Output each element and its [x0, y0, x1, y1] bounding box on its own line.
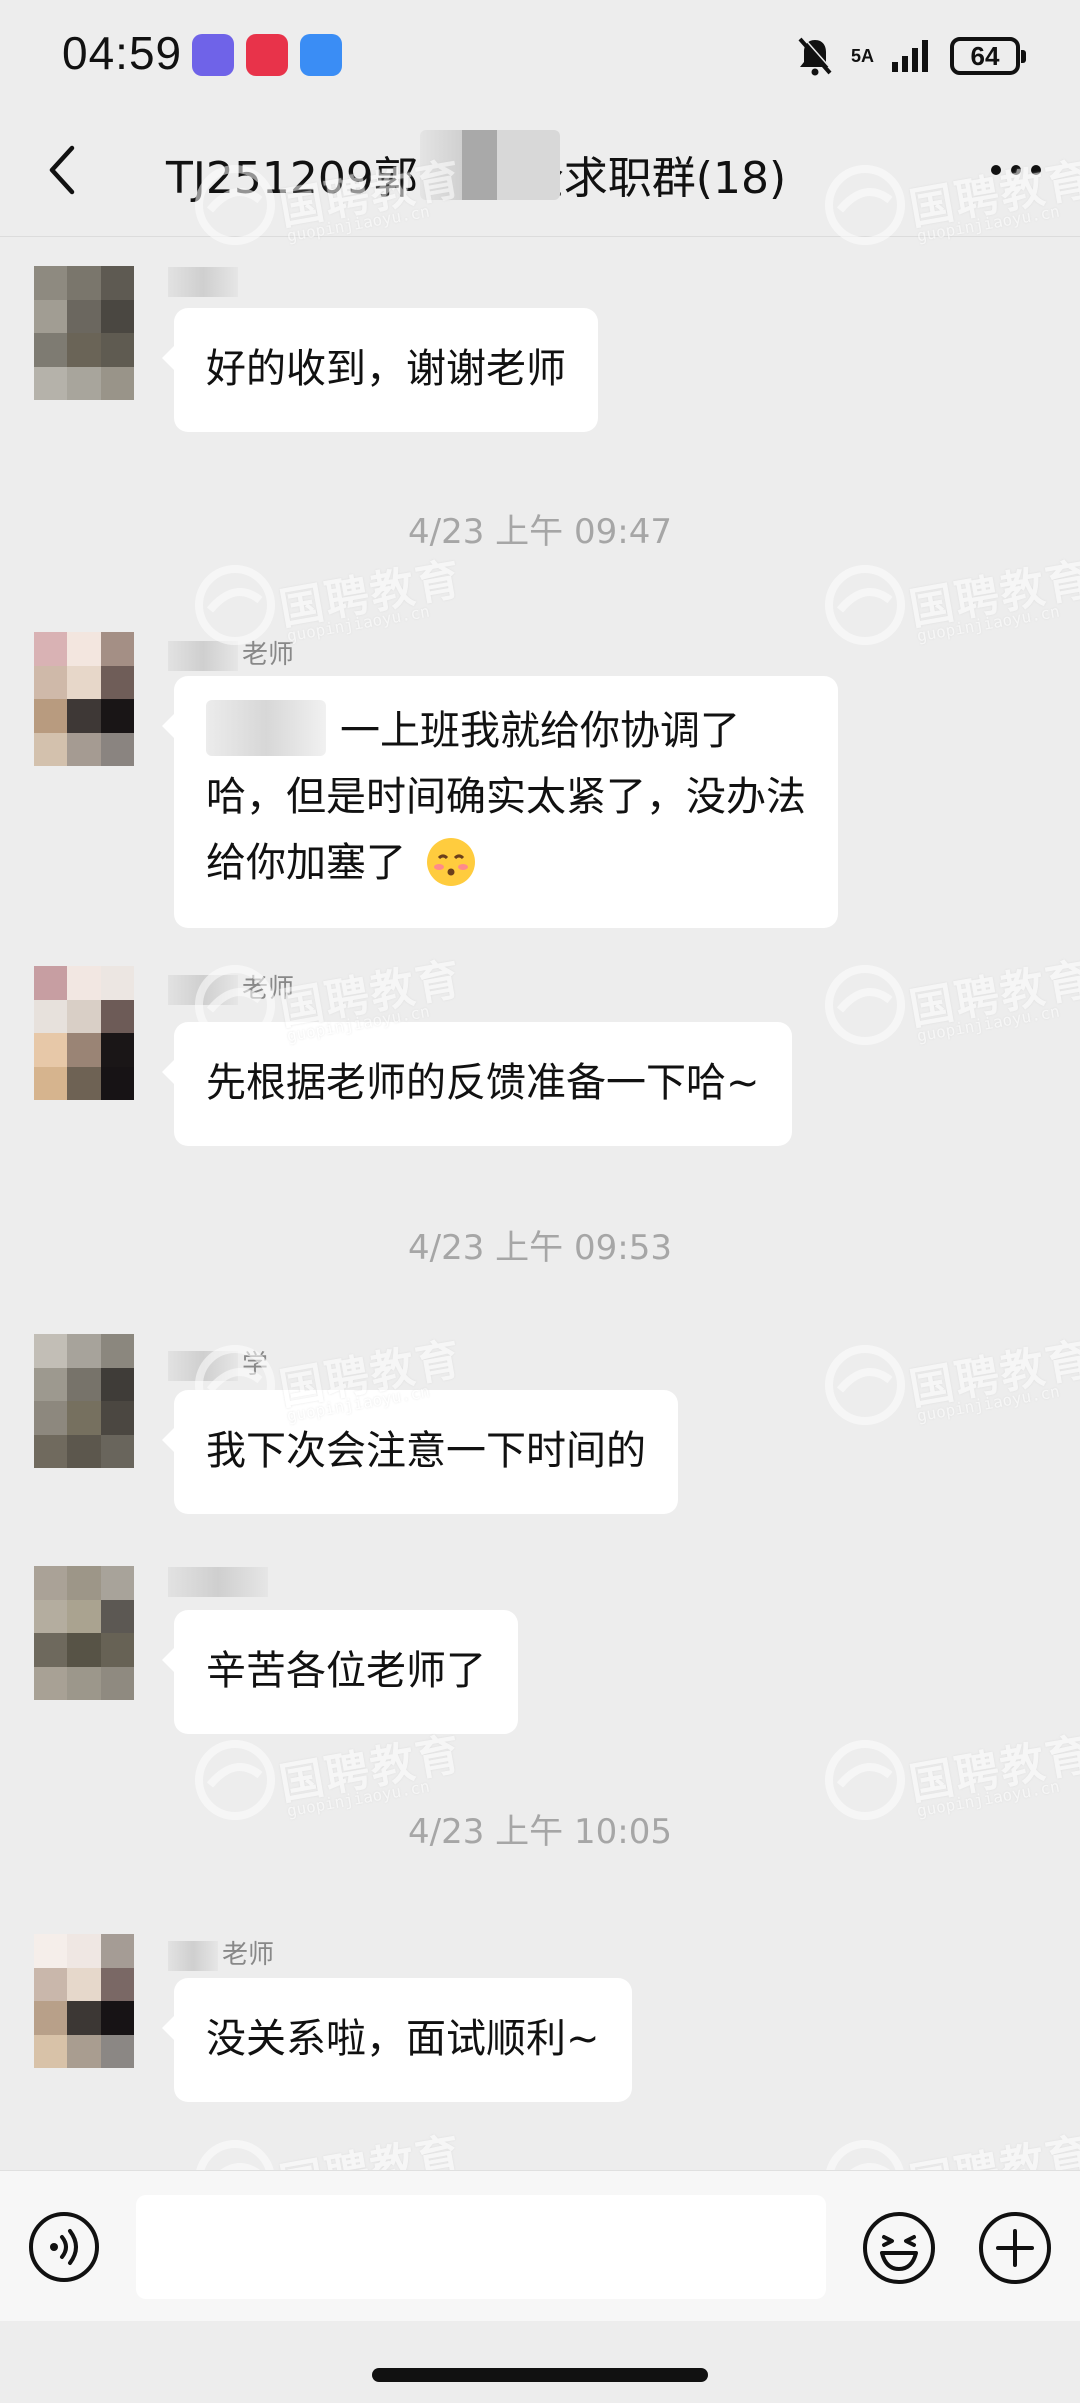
avatar[interactable]	[34, 266, 134, 400]
sender-name	[168, 266, 242, 297]
status-time: 04:59	[62, 27, 183, 79]
avatar[interactable]	[34, 1566, 134, 1700]
chevron-left-icon[interactable]	[40, 140, 84, 200]
status-bar: 04:59 5A 64	[0, 0, 1080, 112]
watermark-logo-icon	[825, 1345, 905, 1425]
message-bubble[interactable]: 没关系啦，面试顺利~	[162, 1978, 632, 2102]
mute-bell-icon	[798, 36, 833, 76]
avatar[interactable]	[34, 1934, 134, 2068]
avatar[interactable]	[34, 632, 134, 766]
watermark: 国聘教育guopinjiaoyu.cn	[820, 1330, 1080, 1440]
signal-icon	[892, 40, 928, 72]
time-separator: 4/23 上午 09:47	[408, 512, 672, 552]
emoji-icon[interactable]	[862, 2211, 936, 2285]
battery-level: 64	[970, 40, 1000, 71]
time-separator: 4/23 上午 09:53	[408, 1228, 672, 1268]
sender-name	[168, 1566, 272, 1597]
weather-app-icon	[300, 34, 342, 76]
sender-name: 老师	[168, 968, 294, 1005]
message-input[interactable]	[136, 2195, 826, 2299]
tieba-app-icon	[192, 34, 234, 76]
watermark-logo-icon	[825, 965, 905, 1045]
message-bubble[interactable]: 先根据老师的反馈准备一下哈~	[162, 1022, 792, 1146]
watermark: 国聘教育guopinjiaoyu.cn	[820, 950, 1080, 1060]
plus-icon[interactable]	[978, 2211, 1052, 2285]
ellipsis-icon[interactable]	[986, 158, 1046, 182]
message-bubble[interactable]: 一上班我就给你协调了哈，但是时间确实太紧了，没办法给你加塞了	[162, 676, 838, 928]
home-indicator[interactable]	[372, 2368, 708, 2382]
chat-nav-bar: TJ251209郭 学国企求职群(18)	[0, 112, 1080, 237]
avatar[interactable]	[34, 966, 134, 1100]
sender-name: 学	[168, 1344, 268, 1381]
sender-name: 老师	[168, 634, 294, 671]
watermark-logo-icon	[825, 565, 905, 645]
chat-input-bar	[0, 2170, 1080, 2321]
sender-name: 老师	[168, 1934, 274, 1971]
network-label: 5A	[850, 46, 874, 66]
blush-emoji-icon	[426, 838, 475, 886]
battery-indicator: 64	[950, 37, 1026, 75]
message-bubble[interactable]: 好的收到，谢谢老师	[162, 308, 598, 432]
avatar[interactable]	[34, 1334, 134, 1468]
status-right: 5A 64	[797, 34, 1026, 78]
redaction-mask	[420, 130, 560, 200]
message-bubble[interactable]: 辛苦各位老师了	[162, 1610, 518, 1734]
voice-icon[interactable]	[28, 2211, 100, 2283]
time-separator: 4/23 上午 10:05	[408, 1812, 672, 1852]
app-gallery-icon	[246, 34, 288, 76]
watermark: 国聘教育guopinjiaoyu.cn	[820, 550, 1080, 660]
message-bubble[interactable]: 我下次会注意一下时间的	[162, 1390, 678, 1514]
